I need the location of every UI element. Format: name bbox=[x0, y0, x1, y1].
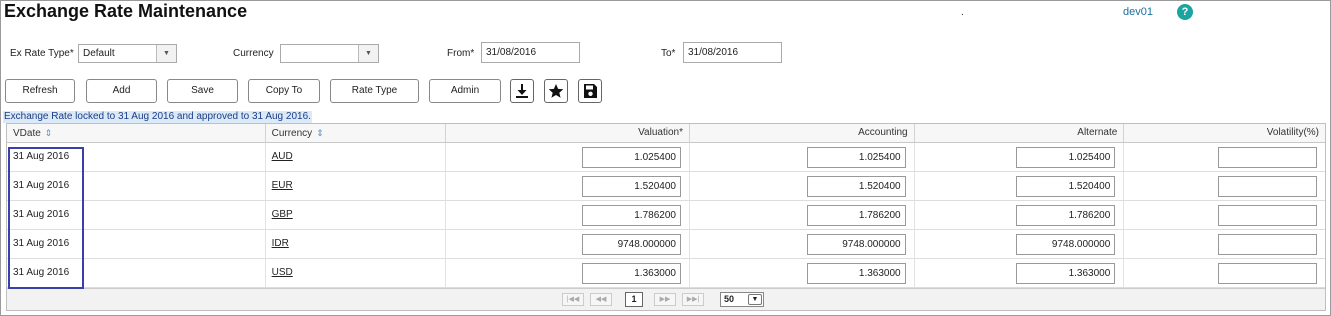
currency-link[interactable]: IDR bbox=[272, 238, 289, 249]
vdate-cell: 31 Aug 2016 bbox=[7, 172, 266, 200]
ex-rate-type-select[interactable]: Default ▼ bbox=[78, 44, 177, 63]
valuation-input[interactable]: 1.363000 bbox=[581, 263, 681, 284]
floppy-disk-icon bbox=[584, 84, 597, 98]
column-header-valuation: Valuation* bbox=[446, 124, 690, 142]
valuation-input[interactable]: 1.786200 bbox=[581, 205, 681, 226]
currency-link[interactable]: AUD bbox=[272, 151, 293, 162]
from-date-input[interactable]: 31/08/2016 bbox=[481, 42, 580, 63]
user-link[interactable]: dev01 bbox=[1123, 6, 1153, 18]
table-row: 31 Aug 2016 EUR 1.520400 1.520400 1.5204… bbox=[7, 172, 1325, 201]
page-size-value: 50 bbox=[724, 294, 735, 304]
valuation-input[interactable]: 9748.000000 bbox=[581, 234, 681, 255]
table-row: 31 Aug 2016 GBP 1.786200 1.786200 1.7862… bbox=[7, 201, 1325, 230]
column-header-vdate[interactable]: VDate ⇕ bbox=[7, 124, 266, 142]
valuation-input[interactable]: 1.025400 bbox=[581, 147, 681, 168]
rate-type-button[interactable]: Rate Type bbox=[330, 79, 419, 103]
next-page-button[interactable]: ▶▶ bbox=[654, 293, 676, 306]
page-title: Exchange Rate Maintenance bbox=[4, 1, 248, 21]
alternate-input[interactable]: 9748.000000 bbox=[1016, 234, 1116, 255]
alternate-input[interactable]: 1.520400 bbox=[1016, 176, 1116, 197]
copy-to-button[interactable]: Copy To bbox=[248, 79, 320, 103]
ex-rate-type-label: Ex Rate Type* bbox=[10, 48, 74, 59]
alternate-input[interactable]: 1.025400 bbox=[1016, 147, 1116, 168]
chevron-down-icon[interactable]: ▼ bbox=[748, 294, 762, 305]
exchange-rate-grid: VDate ⇕ Currency ⇕ Valuation* Accounting A… bbox=[6, 123, 1326, 311]
accounting-input[interactable]: 1.520400 bbox=[806, 176, 906, 197]
refresh-button[interactable]: Refresh bbox=[5, 79, 75, 103]
download-icon bbox=[516, 84, 528, 98]
last-page-button[interactable]: ▶▶| bbox=[682, 293, 704, 306]
currency-link[interactable]: GBP bbox=[272, 209, 293, 220]
status-message: Exchange Rate locked to 31 Aug 2016 and … bbox=[3, 111, 312, 123]
header-dot: . bbox=[961, 7, 964, 18]
valuation-input[interactable]: 1.520400 bbox=[581, 176, 681, 197]
vdate-cell: 31 Aug 2016 bbox=[7, 201, 266, 229]
currency-label: Currency bbox=[233, 48, 274, 59]
page-size-select[interactable]: 50 ▼ bbox=[720, 292, 764, 307]
volatility-input[interactable] bbox=[1218, 205, 1318, 226]
table-row: 31 Aug 2016 USD 1.363000 1.363000 1.3630… bbox=[7, 259, 1325, 288]
accounting-input[interactable]: 1.025400 bbox=[806, 147, 906, 168]
vdate-cell: 31 Aug 2016 bbox=[7, 230, 266, 258]
currency-select[interactable]: ▼ bbox=[280, 44, 379, 63]
app-window: Exchange Rate Maintenance . dev01 ? Ex R… bbox=[0, 0, 1331, 316]
table-row: 31 Aug 2016 AUD 1.025400 1.025400 1.0254… bbox=[7, 143, 1325, 172]
accounting-input[interactable]: 1.786200 bbox=[806, 205, 906, 226]
chevron-down-icon[interactable]: ▼ bbox=[156, 45, 176, 62]
save-button[interactable]: Save bbox=[167, 79, 238, 103]
page-number[interactable]: 1 bbox=[625, 292, 643, 307]
from-label: From* bbox=[447, 48, 475, 59]
to-date-input[interactable]: 31/08/2016 bbox=[683, 42, 782, 63]
volatility-input[interactable] bbox=[1218, 147, 1318, 168]
currency-link[interactable]: EUR bbox=[272, 180, 293, 191]
download-button[interactable] bbox=[510, 79, 534, 103]
ex-rate-type-value: Default bbox=[83, 48, 115, 59]
pagination-bar: |◀◀ ◀◀ 1 ▶▶ ▶▶| 50 ▼ bbox=[7, 288, 1325, 310]
favourite-button[interactable] bbox=[544, 79, 568, 103]
first-page-button[interactable]: |◀◀ bbox=[562, 293, 584, 306]
currency-link[interactable]: USD bbox=[272, 267, 293, 278]
chevron-down-icon[interactable]: ▼ bbox=[358, 45, 378, 62]
grid-header-row: VDate ⇕ Currency ⇕ Valuation* Accounting A… bbox=[7, 124, 1325, 143]
table-row: 31 Aug 2016 IDR 9748.000000 9748.000000 … bbox=[7, 230, 1325, 259]
sort-icon[interactable]: ⇕ bbox=[316, 128, 324, 138]
prev-page-button[interactable]: ◀◀ bbox=[590, 293, 612, 306]
star-icon bbox=[548, 84, 564, 98]
vdate-cell: 31 Aug 2016 bbox=[7, 143, 266, 171]
column-header-currency[interactable]: Currency ⇕ bbox=[266, 124, 447, 142]
help-icon[interactable]: ? bbox=[1177, 4, 1193, 20]
add-button[interactable]: Add bbox=[86, 79, 157, 103]
column-header-volatility: Volatility(%) bbox=[1266, 127, 1320, 138]
admin-button[interactable]: Admin bbox=[429, 79, 501, 103]
alternate-input[interactable]: 1.363000 bbox=[1016, 263, 1116, 284]
sort-icon[interactable]: ⇕ bbox=[45, 128, 53, 138]
save-icon-button[interactable] bbox=[578, 79, 602, 103]
accounting-input[interactable]: 9748.000000 bbox=[806, 234, 906, 255]
alternate-input[interactable]: 1.786200 bbox=[1016, 205, 1116, 226]
column-header-accounting: Accounting bbox=[690, 124, 915, 142]
volatility-input[interactable] bbox=[1218, 176, 1318, 197]
accounting-input[interactable]: 1.363000 bbox=[806, 263, 906, 284]
to-label: To* bbox=[661, 48, 676, 59]
volatility-input[interactable] bbox=[1218, 234, 1318, 255]
volatility-input[interactable] bbox=[1218, 263, 1318, 284]
vdate-cell: 31 Aug 2016 bbox=[7, 259, 266, 287]
column-header-alternate: Alternate bbox=[915, 124, 1125, 142]
